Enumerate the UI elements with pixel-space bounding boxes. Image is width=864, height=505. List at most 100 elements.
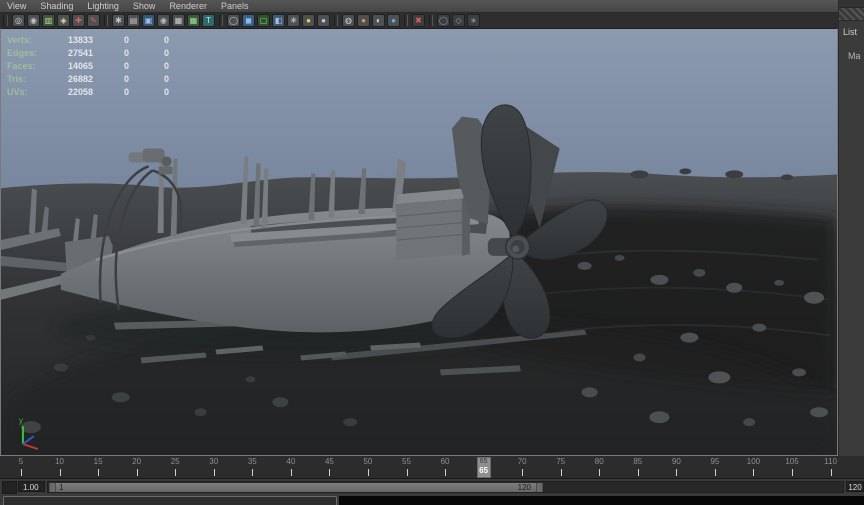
menu-lighting[interactable]: Lighting <box>80 0 126 13</box>
safe-action-icon[interactable]: ▦ <box>187 14 200 27</box>
frame-tick <box>59 469 61 476</box>
hud-val: 22058 <box>67 86 93 97</box>
hud-label: Verts: <box>7 34 33 45</box>
wireframe-icon[interactable]: ◯ <box>227 14 240 27</box>
share-icon[interactable]: ∗ <box>467 14 480 27</box>
safe-title-icon[interactable]: T <box>202 14 215 27</box>
range-start-label: 1 <box>59 483 64 492</box>
list-menu[interactable]: List <box>839 21 864 37</box>
menu-panels[interactable]: Panels <box>214 0 256 13</box>
hud-row: Tris: 26882 0 0 <box>7 72 169 85</box>
range-slider-track[interactable]: 1 120 <box>47 481 844 493</box>
frame-label: 45 <box>324 457 334 466</box>
attribute-editor-edge: List Ma <box>838 0 864 456</box>
range-end-handle[interactable] <box>536 483 543 492</box>
bookmark-icon[interactable]: ◈ <box>57 14 70 27</box>
frame-label: 105 <box>785 457 799 466</box>
frame-label: 50 <box>363 457 373 466</box>
toolbar-separator <box>429 15 433 26</box>
current-frame-tick-label: 65 <box>479 458 488 465</box>
hud-row: UVs: 22058 0 0 <box>7 85 169 98</box>
wire-on-shaded-icon[interactable]: ✳ <box>287 14 300 27</box>
frame-label: 95 <box>710 457 720 466</box>
textured-icon[interactable]: ◧ <box>272 14 285 27</box>
field-chart-icon[interactable]: ▦ <box>172 14 185 27</box>
node-tab-partial[interactable]: Ma <box>839 37 864 61</box>
toolbar-separator <box>104 15 108 26</box>
right-panel-drag-handle[interactable] <box>839 7 864 21</box>
frame-tick <box>599 469 601 476</box>
current-frame-label: 65 <box>479 466 489 475</box>
menu-view[interactable]: View <box>0 0 33 13</box>
toolbar-separator <box>219 15 223 26</box>
resolution-gate-icon[interactable]: ▣ <box>142 14 155 27</box>
brush-icon[interactable]: ✎ <box>87 14 100 27</box>
hud-label: Edges: <box>7 47 38 58</box>
headlight-icon[interactable]: ◍ <box>342 14 355 27</box>
menu-renderer[interactable]: Renderer <box>162 0 214 13</box>
command-input[interactable] <box>3 496 337 505</box>
viewport-panel[interactable]: y Verts: 13833 0 0 Edges: 27541 0 0 Faces: 14065 0… <box>0 28 838 456</box>
gamma-sphere-icon[interactable]: ● <box>387 14 400 27</box>
frame-label: 15 <box>93 457 103 466</box>
current-time-marker[interactable]: 65 65 <box>476 457 491 478</box>
menu-show[interactable]: Show <box>126 0 163 13</box>
gears-icon[interactable]: ✱ <box>112 14 125 27</box>
cube-icon[interactable]: ◇ <box>452 14 465 27</box>
hud-row: Edges: 27541 0 0 <box>7 46 169 59</box>
isolate-select-icon[interactable]: ✖ <box>412 14 425 27</box>
hud-z1: 0 <box>123 73 129 84</box>
hud-label: Tris: <box>7 73 27 84</box>
hud-z1: 0 <box>123 60 129 71</box>
film-gate-icon[interactable]: ▤ <box>127 14 140 27</box>
toolbar-grip[interactable] <box>3 15 8 26</box>
pin-icon[interactable]: ✚ <box>72 14 85 27</box>
exposure-icon[interactable]: ◐ <box>372 14 385 27</box>
menu-shading[interactable]: Shading <box>33 0 80 13</box>
range-end-label: 120 <box>517 483 531 492</box>
all-lights-icon[interactable]: ● <box>317 14 330 27</box>
frame-label: 30 <box>209 457 219 466</box>
playback-range-bar[interactable]: 1 120 <box>49 483 543 492</box>
globe-icon[interactable]: ◯ <box>437 14 450 27</box>
right-panel-titlebar <box>839 0 864 7</box>
range-slider-row: 1.00 1 120 120 <box>0 479 864 495</box>
shaded-icon[interactable]: ◼ <box>242 14 255 27</box>
hud-row: Faces: 14065 0 0 <box>7 59 169 72</box>
select-camera-icon[interactable]: ◎ <box>12 14 25 27</box>
frame-tick <box>637 469 639 476</box>
playback-end-field[interactable]: 120 <box>846 481 864 492</box>
frame-label: 25 <box>170 457 180 466</box>
playback-speed-field[interactable]: 1.00 <box>18 481 45 492</box>
frame-tick <box>676 469 678 476</box>
frame-label: 100 <box>746 457 761 466</box>
gizmo-y-label: y <box>19 416 23 425</box>
panel-menubar: View Shading Lighting Show Renderer Panels <box>0 0 838 13</box>
hud-z1: 0 <box>123 34 129 45</box>
hud-z2: 0 <box>163 86 169 97</box>
hud-z1: 0 <box>123 86 129 97</box>
command-line <box>0 495 864 505</box>
gate-mask-icon[interactable]: ◉ <box>157 14 170 27</box>
frame-label: 55 <box>402 457 411 466</box>
image-plane-icon[interactable]: ▥ <box>42 14 55 27</box>
frame-label: 75 <box>556 457 566 466</box>
frame-tick <box>714 469 716 476</box>
frame-tick <box>329 469 331 476</box>
anim-start-field[interactable] <box>2 481 17 494</box>
hud-z2: 0 <box>163 47 169 58</box>
hud-val: 27541 <box>67 47 93 58</box>
hud-z2: 0 <box>163 34 169 45</box>
frame-label: 40 <box>286 457 296 466</box>
frame-tick <box>213 469 215 476</box>
hud-z2: 0 <box>163 73 169 84</box>
camera-attributes-icon[interactable]: ◉ <box>27 14 40 27</box>
default-lighting-icon[interactable]: ● <box>302 14 315 27</box>
material-sphere-icon[interactable]: ● <box>357 14 370 27</box>
frame-label: 10 <box>55 457 64 466</box>
range-start-handle[interactable] <box>49 483 56 492</box>
hud-val: 26882 <box>67 73 93 84</box>
maya-window: View Shading Lighting Show Renderer Panels ◎ ◉… <box>0 0 864 505</box>
time-slider[interactable]: 5 10 15 20 25 30 35 40 45 50 55 60 65 70 75 80 85 90 95 100… <box>0 456 864 479</box>
film-brackets-icon[interactable]: ▢ <box>257 14 270 27</box>
